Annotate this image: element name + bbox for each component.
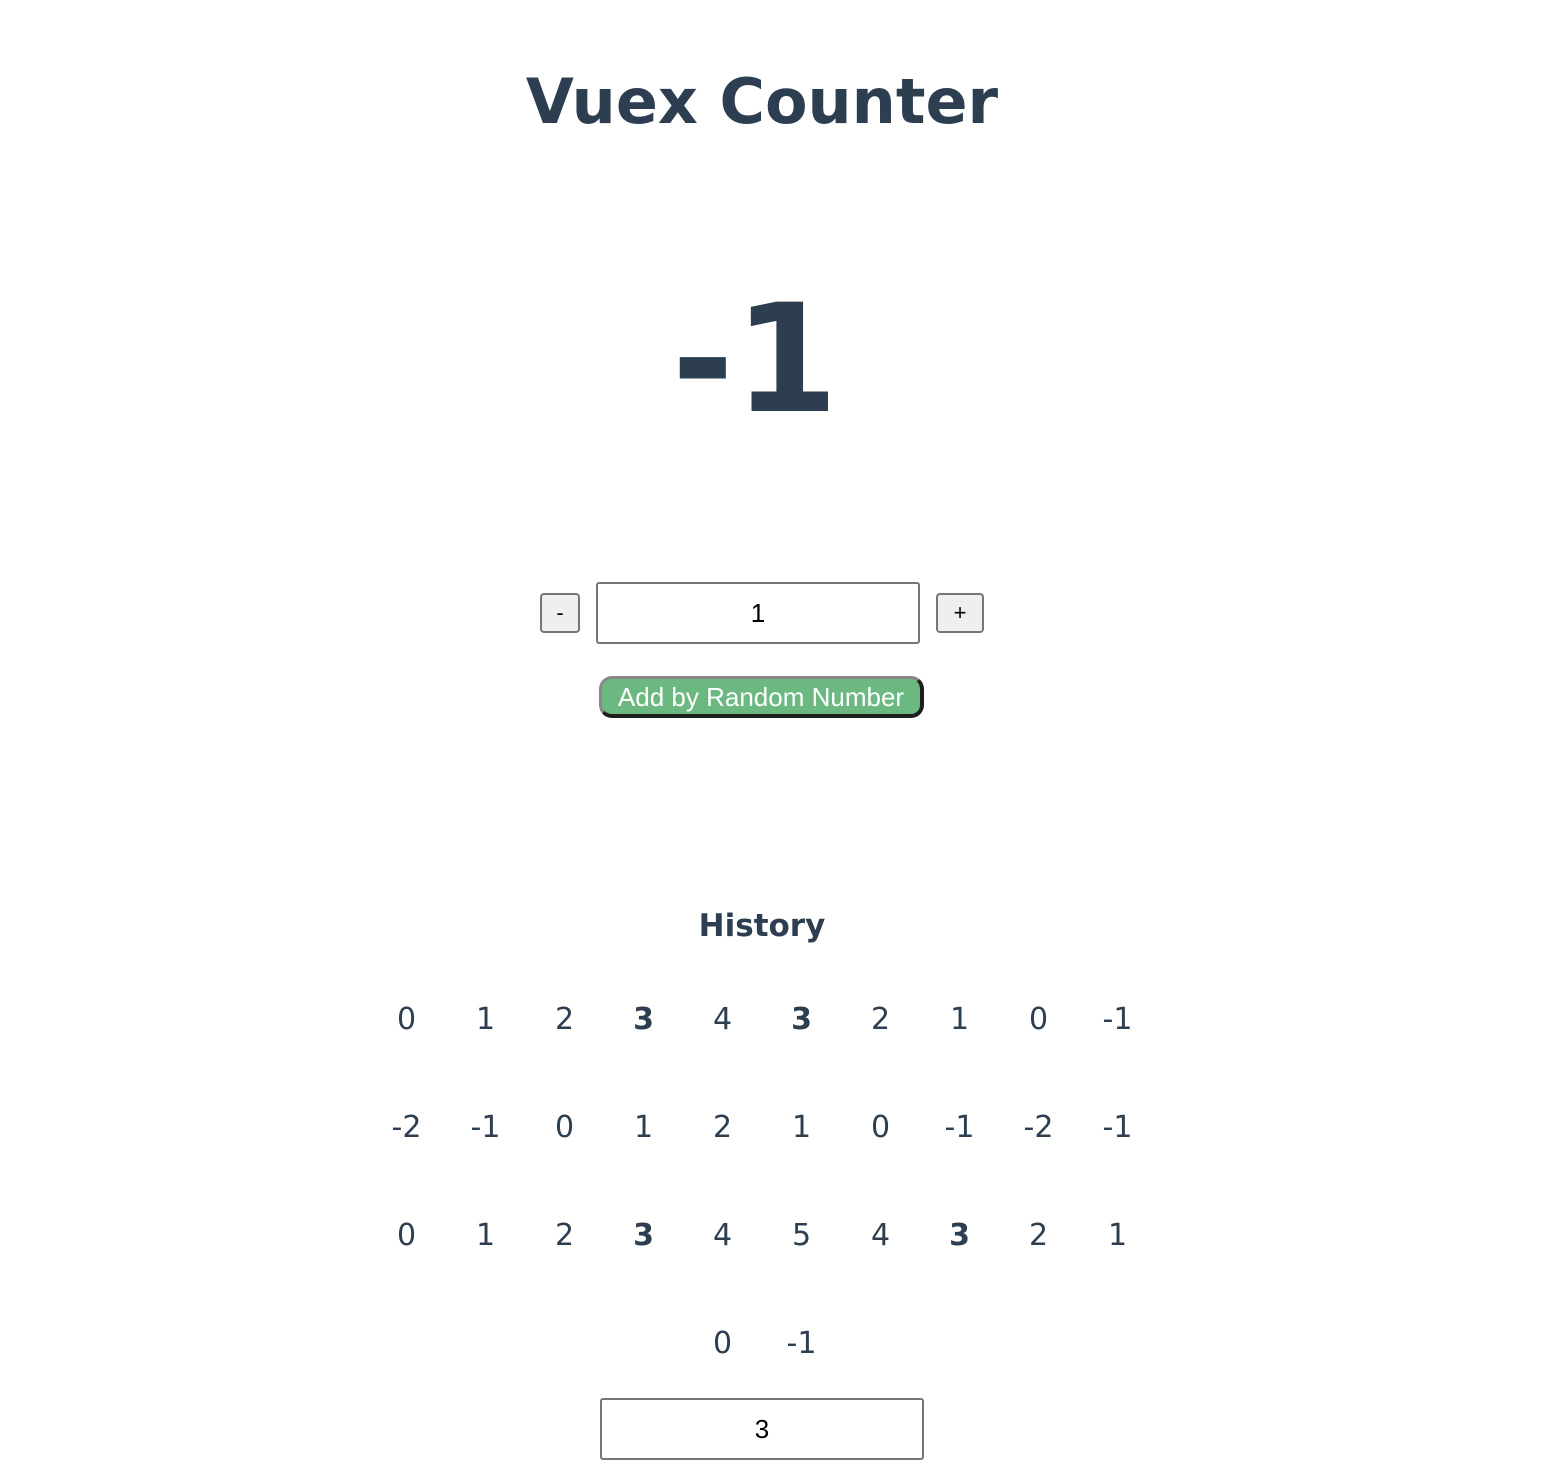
history-item: 0 [870,1110,891,1145]
history-item: 1 [633,1110,654,1145]
history-item: -1 [470,1110,501,1145]
history-list: 0 1 2 3 4 3 2 1 0 -1 -2 -1 0 1 2 1 0 -1 -2 -1 0 1 2 3 4 5 4 3 2 1 0 -1 [0,1000,1524,1364]
history-heading: History [698,907,826,944]
history-item: 4 [870,1218,891,1253]
history-item: 2 [712,1110,733,1145]
history-item: 3 [633,1002,654,1037]
history-item: 1 [475,1002,496,1037]
history-item: -1 [1102,1002,1133,1037]
history-item: 0 [712,1326,733,1361]
history-item: -2 [391,1110,422,1145]
decrement-button[interactable]: - [540,593,580,633]
history-item: 1 [1107,1218,1128,1253]
history-item: 2 [554,1218,575,1253]
history-item: 1 [949,1002,970,1037]
history-item: -1 [1102,1110,1133,1145]
history-item: -1 [944,1110,975,1145]
history-item: 5 [791,1218,812,1253]
history-item: 0 [554,1110,575,1145]
history-item: 0 [396,1218,417,1253]
highlight-value-input[interactable] [600,1398,924,1460]
step-input[interactable] [596,582,920,644]
counter-value: -1 [671,273,839,447]
history-item: 3 [791,1002,812,1037]
history-item: 2 [870,1002,891,1037]
history-item: 0 [1028,1002,1049,1037]
history-item: 3 [949,1218,970,1253]
history-item: 0 [396,1002,417,1037]
increment-button[interactable]: + [936,593,984,633]
history-item: 1 [475,1218,496,1253]
history-item: 2 [554,1002,575,1037]
history-item: 4 [712,1002,733,1037]
page-title: Vuex Counter [525,65,999,138]
history-item: 2 [1028,1218,1049,1253]
history-item: 3 [633,1218,654,1253]
history-item: -2 [1023,1110,1054,1145]
add-random-button[interactable]: Add by Random Number [599,676,924,718]
history-item: 1 [791,1110,812,1145]
history-item: 4 [712,1218,733,1253]
history-item: -1 [786,1326,817,1361]
